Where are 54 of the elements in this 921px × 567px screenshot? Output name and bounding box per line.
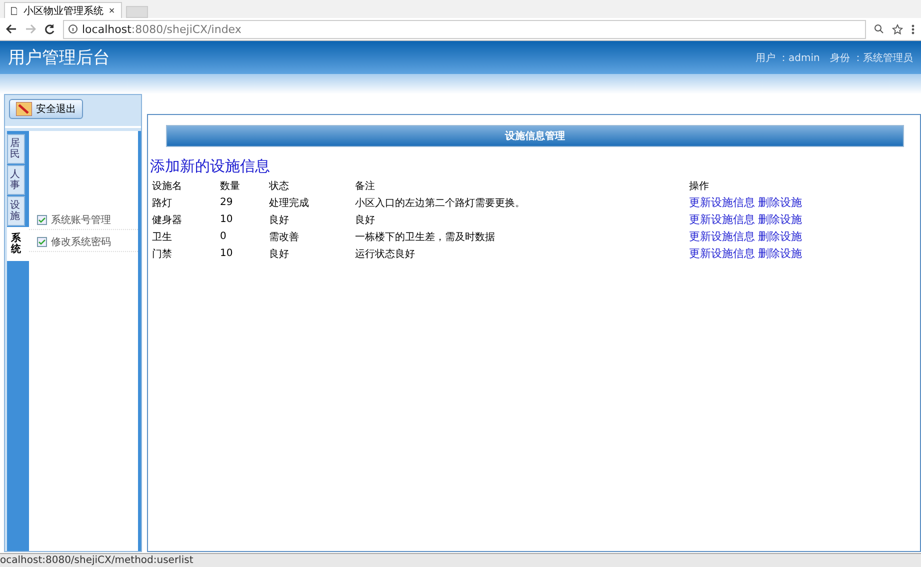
sidebar-tab[interactable]: 人事: [7, 165, 25, 195]
action-link[interactable]: 更新设施信息: [689, 247, 755, 260]
action-link[interactable]: 删除设施: [758, 196, 802, 209]
table-cell-text: 10: [219, 213, 234, 227]
role-label: 身份 ：系统管理员: [830, 52, 913, 64]
table-cell-text: 良好: [354, 214, 376, 228]
table-cell-text: 需改善: [268, 230, 300, 244]
table-cell-text: 10: [219, 247, 234, 261]
browser-tab[interactable]: 小区物业管理系统: [4, 2, 122, 18]
action-link[interactable]: 删除设施: [758, 247, 802, 260]
table-cell-text: 运行状态良好: [354, 248, 416, 262]
star-icon[interactable]: [892, 24, 903, 34]
column-header: 设施名: [151, 180, 183, 194]
table-cell-text: 卫生: [151, 230, 173, 244]
menu-icon[interactable]: [911, 24, 915, 34]
sidebar-tab[interactable]: 设施: [7, 196, 25, 226]
reload-icon[interactable]: [44, 24, 55, 34]
address-bar[interactable]: localhost:8080/shejiCX/index: [63, 20, 866, 38]
table-cell-text: 一栋楼下的卫生差，需及时数据: [354, 230, 496, 244]
close-icon[interactable]: [109, 7, 115, 14]
sidebar-tab[interactable]: 居民: [7, 134, 25, 164]
zoom-icon[interactable]: [874, 24, 884, 34]
checkbox-icon: [37, 215, 47, 225]
panel-title-bar: 设施信息管理: [166, 125, 904, 147]
menu-item[interactable]: 修改系统密码: [29, 233, 138, 252]
app-title: 用户管理后台: [8, 47, 110, 69]
table-cell-text: 路灯: [151, 196, 173, 210]
action-link[interactable]: 更新设施信息: [689, 213, 755, 226]
table-cell-text: 门禁: [151, 248, 173, 262]
column-header: 数量: [219, 180, 241, 194]
action-link[interactable]: 删除设施: [758, 213, 802, 226]
action-link[interactable]: 更新设施信息: [689, 196, 755, 209]
user-label: 用户 ：admin: [755, 52, 820, 64]
table-cell-text: 良好: [268, 214, 290, 228]
table-cell-text: 0: [219, 230, 228, 244]
back-icon[interactable]: [6, 24, 17, 34]
checkbox-icon: [37, 237, 47, 247]
status-url: ocalhost:8080/shejiCX/method:userlist: [0, 555, 194, 566]
table-cell-text: 小区入口的左边第二个路灯需要更换。: [354, 196, 526, 210]
sidebar-tab[interactable]: 系统: [7, 227, 29, 261]
column-header: 状态: [268, 180, 290, 194]
menu-item[interactable]: 系统账号管理: [29, 211, 138, 230]
section-heading: 添加新的设施信息: [150, 157, 271, 176]
table-cell-text: 健身器: [151, 214, 183, 228]
action-link[interactable]: 更新设施信息: [689, 230, 755, 243]
action-link[interactable]: 删除设施: [758, 230, 802, 243]
page-icon: [11, 6, 18, 16]
logout-button[interactable]: 安全退出: [9, 99, 83, 119]
pencil-icon: [16, 102, 32, 116]
table-cell-text: 处理完成: [268, 196, 310, 210]
table-cell-text: 良好: [268, 248, 290, 262]
table-cell-text: 29: [219, 196, 234, 210]
column-header: 操作: [688, 180, 710, 194]
column-header: 备注: [354, 180, 376, 194]
